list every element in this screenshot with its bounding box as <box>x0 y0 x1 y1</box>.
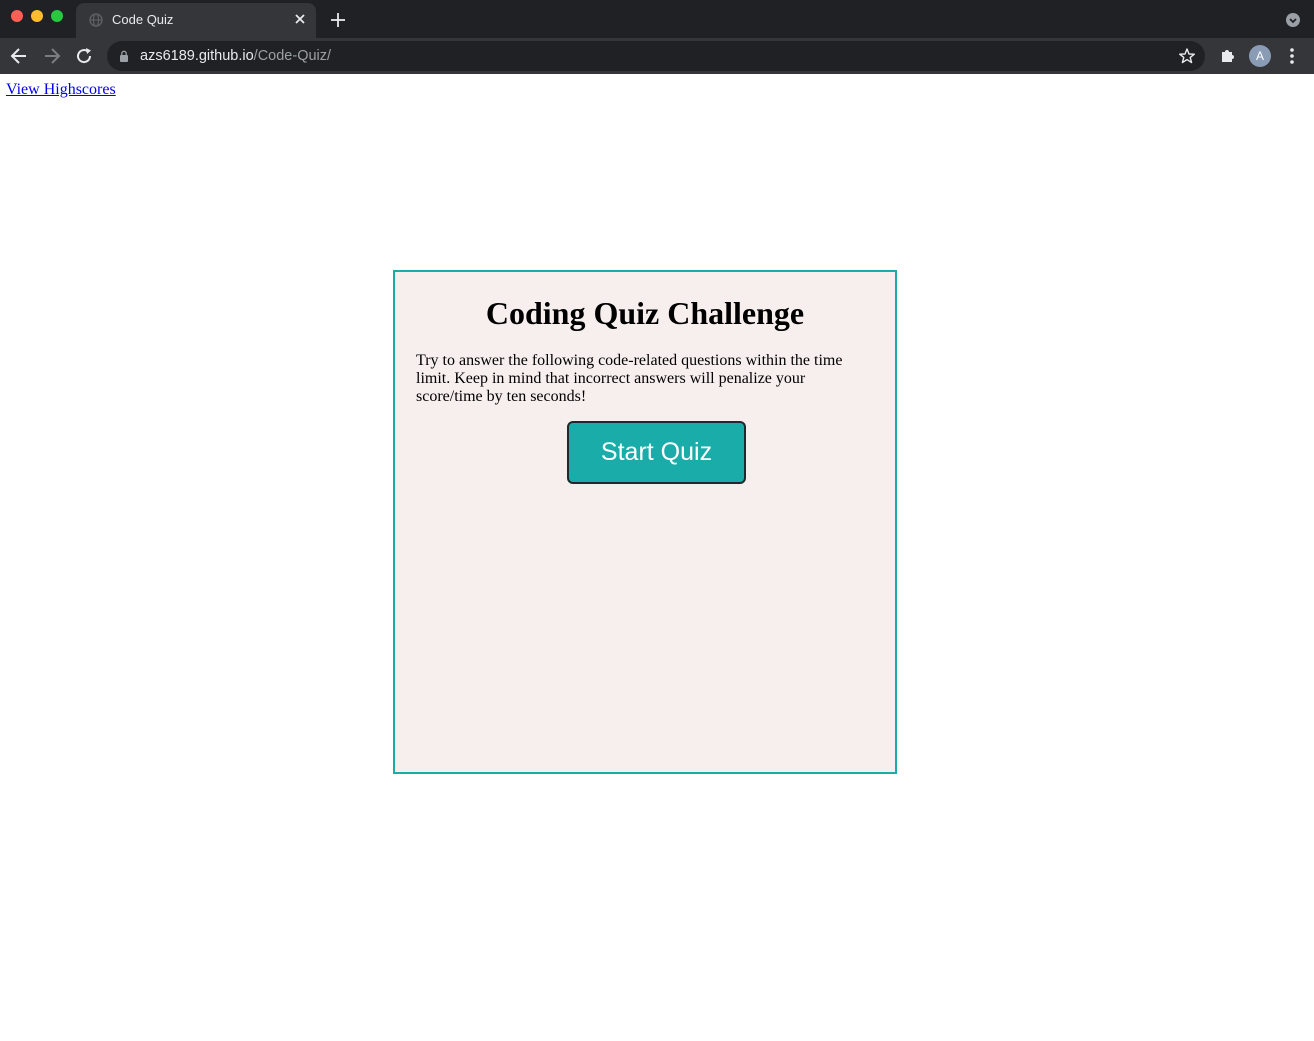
tab-title: Code Quiz <box>112 12 174 27</box>
plus-icon[interactable] <box>329 11 347 29</box>
view-highscores-link[interactable]: View Highscores <box>6 81 116 99</box>
url-path: /Code-Quiz/ <box>253 48 332 64</box>
lock-icon[interactable] <box>119 50 129 62</box>
page-content: View Highscores Coding Quiz Challenge Tr… <box>0 74 1314 1041</box>
start-quiz-button[interactable]: Start Quiz <box>567 421 746 484</box>
arrow-left-icon[interactable] <box>9 46 29 66</box>
window-maximize-button[interactable] <box>51 10 63 22</box>
arrow-right-icon[interactable] <box>42 46 62 66</box>
avatar[interactable]: A <box>1249 45 1271 67</box>
tab-search-button[interactable] <box>1286 13 1300 27</box>
more-vert-icon[interactable] <box>1284 46 1300 66</box>
globe-icon <box>89 13 103 27</box>
page-title: Coding Quiz Challenge <box>485 295 805 331</box>
browser-tab[interactable]: Code Quiz <box>76 3 316 38</box>
window-minimize-button[interactable] <box>31 10 43 22</box>
browser-toolbar: azs6189.github.io/Code-Quiz/ A <box>0 38 1314 74</box>
quiz-description: Try to answer the following code-related… <box>416 352 843 405</box>
quiz-card: Coding Quiz Challenge Try to answer the … <box>393 270 897 774</box>
chevron-down-icon <box>1289 18 1297 24</box>
address-bar[interactable]: azs6189.github.io/Code-Quiz/ <box>107 41 1205 71</box>
window-close-button[interactable] <box>11 10 23 22</box>
browser-tab-bar: Code Quiz <box>0 0 1314 38</box>
puzzle-icon[interactable] <box>1219 46 1237 64</box>
reload-icon[interactable] <box>74 46 94 66</box>
url-text: azs6189.github.io/Code-Quiz/ <box>140 48 331 64</box>
url-host: azs6189.github.io <box>140 48 254 64</box>
close-icon[interactable] <box>292 11 308 27</box>
star-icon[interactable] <box>1178 47 1196 65</box>
